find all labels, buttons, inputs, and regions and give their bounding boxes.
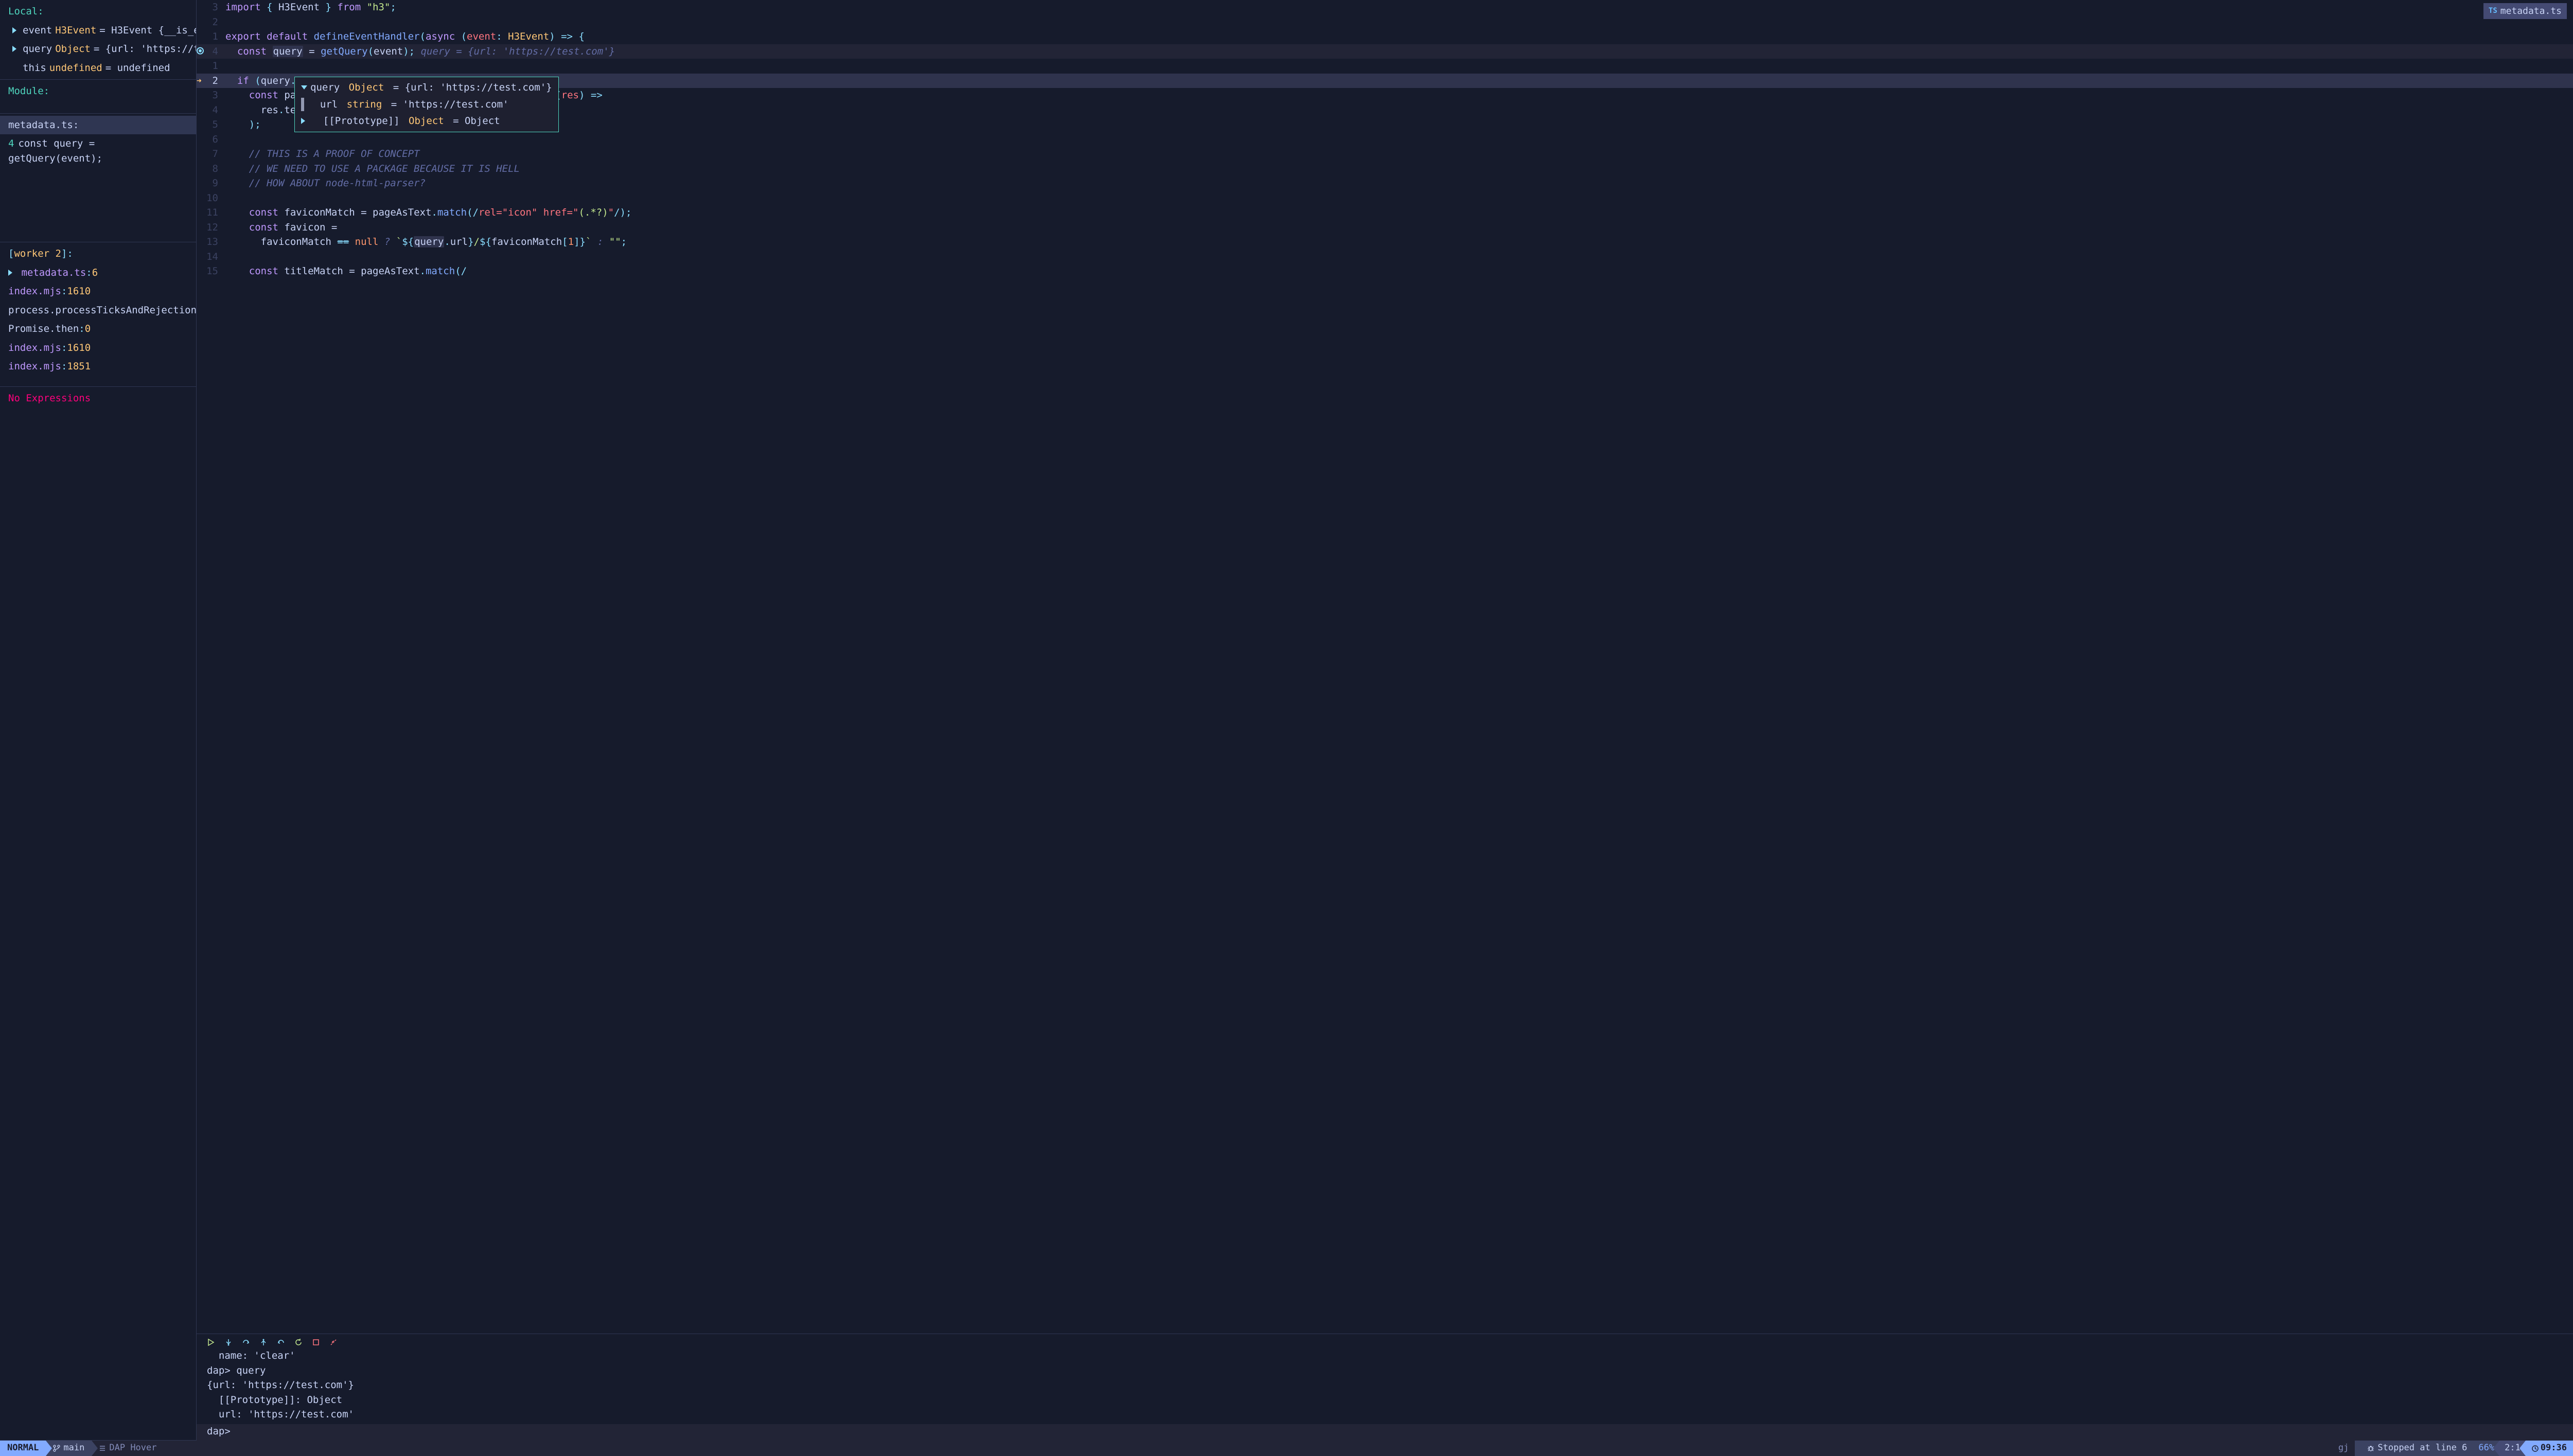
status-line: NORMAL main DAP Hover gj Stopped at line… [0, 1441, 2573, 1456]
breakpoint-item[interactable]: 4const query = getQuery(event); [0, 134, 196, 168]
dap-prompt[interactable]: dap> [197, 1424, 2573, 1441]
sidebar: Local: event H3Event = H3Event {__is_eve… [0, 0, 197, 1441]
clock: 09:36 [2526, 1441, 2573, 1456]
step-into-icon[interactable] [224, 1338, 233, 1346]
code-line[interactable]: 1 [197, 59, 2573, 74]
code-line[interactable]: 2 [197, 15, 2573, 30]
code-line[interactable]: 4 const query = getQuery(event); query =… [197, 44, 2573, 59]
callstack-panel: [worker 2]: metadata.ts:6 index.mjs:1610… [0, 242, 196, 387]
step-over-icon[interactable] [242, 1338, 250, 1346]
breakpoint-icon[interactable] [197, 44, 204, 59]
expand-icon[interactable] [12, 27, 16, 33]
repl-output-line: dap> query [207, 1363, 2563, 1378]
repl-output-line: {url: 'https://test.com'} [207, 1378, 2563, 1393]
restart-icon[interactable] [294, 1338, 303, 1346]
hover-variable[interactable]: query Object = {url: 'https://test.com'} [295, 79, 558, 96]
expand-icon [8, 270, 12, 276]
continue-icon[interactable] [207, 1338, 215, 1346]
repl-output-line: [[Prototype]]: Object [207, 1393, 2563, 1408]
list-icon [99, 1445, 106, 1452]
callstack-header: [worker 2]: [0, 244, 196, 263]
stop-icon[interactable] [312, 1338, 320, 1346]
stack-frame[interactable]: index.mjs:1610 [0, 339, 196, 358]
code-line[interactable]: 8 // WE NEED TO USE A PACKAGE BECAUSE IT… [197, 162, 2573, 176]
expressions-header: No Expressions [0, 389, 196, 408]
repl-output-line: url: 'https://test.com' [207, 1407, 2563, 1422]
module-scope-panel: Module: [0, 80, 196, 114]
local-scope-panel: Local: event H3Event = H3Event {__is_eve… [0, 0, 196, 80]
dap-repl-panel[interactable]: name: 'clear'dap> query{url: 'https://te… [197, 1334, 2573, 1441]
execution-arrow-icon: ➜ [197, 75, 202, 87]
scope-variable[interactable]: query Object = {url: 'https://test. [0, 40, 196, 59]
code-line[interactable]: 10 [197, 191, 2573, 206]
disconnect-icon[interactable] [329, 1338, 338, 1346]
clock-icon [2532, 1445, 2539, 1452]
dap-status: DAP Hover [92, 1441, 164, 1456]
stack-frame[interactable]: process.processTicksAndRejections tas [0, 301, 196, 320]
code-line[interactable]: 1export default defineEventHandler(async… [197, 29, 2573, 44]
code-line[interactable]: 3import { H3Event } from "h3"; [197, 0, 2573, 15]
debug-toolbar [197, 1334, 2573, 1348]
debug-hover-popup[interactable]: query Object = {url: 'https://test.com'}… [294, 77, 559, 132]
hover-variable[interactable]: url string = 'https://test.com' [295, 96, 558, 113]
code-line[interactable]: 9 // HOW ABOUT node-html-parser? [197, 176, 2573, 191]
git-branch: main [46, 1441, 92, 1456]
code-line[interactable]: 11 const faviconMatch = pageAsText.match… [197, 205, 2573, 220]
dap-output: name: 'clear'dap> query{url: 'https://te… [197, 1348, 2573, 1424]
code-line[interactable]: 12 const favicon = [197, 220, 2573, 235]
repl-output-line: name: 'clear' [207, 1348, 2563, 1363]
code-line[interactable]: 15 const titleMatch = pageAsText.match(/… [197, 264, 2573, 279]
stack-frame[interactable]: metadata.ts:6 [0, 263, 196, 282]
breakpoints-file-header: metadata.ts: [0, 116, 196, 135]
branch-icon [53, 1445, 60, 1452]
expand-icon[interactable] [12, 46, 16, 52]
scope-variable[interactable]: event H3Event = H3Event {__is_event [0, 21, 196, 40]
expressions-panel: No Expressions [0, 387, 196, 1441]
scope-variable[interactable]: this undefined = undefined [0, 59, 196, 78]
code-line[interactable]: 14 [197, 250, 2573, 264]
hover-variable[interactable]: [[Prototype]] Object = Object [295, 113, 558, 130]
code-line[interactable]: 7 // THIS IS A PROOF OF CONCEPT [197, 147, 2573, 162]
bug-icon [2367, 1445, 2374, 1452]
debug-state: Stopped at line 6 [2355, 1441, 2473, 1456]
module-scope-header: Module: [0, 82, 196, 101]
stack-frame[interactable]: Promise.then:0 [0, 319, 196, 339]
code-line[interactable]: 13 faviconMatch == null ? `${query.url}/… [197, 235, 2573, 250]
stack-frame[interactable]: index.mjs:1610 [0, 282, 196, 301]
expand-icon[interactable] [301, 118, 305, 124]
code-line[interactable]: 6 [197, 132, 2573, 147]
step-out-icon[interactable] [259, 1338, 268, 1346]
collapse-icon[interactable] [301, 85, 307, 90]
step-back-icon[interactable] [277, 1338, 285, 1346]
scrollbar-thumb[interactable] [301, 98, 304, 111]
local-scope-header: Local: [0, 2, 196, 21]
editor[interactable]: TS metadata.ts 3import { H3Event } from … [197, 0, 2573, 1441]
keypress-indicator: gj [2332, 1441, 2355, 1456]
stack-frame[interactable]: index.mjs:1851 [0, 357, 196, 376]
mode-indicator: NORMAL [0, 1441, 46, 1456]
breakpoints-panel: metadata.ts: 4const query = getQuery(eve… [0, 114, 196, 243]
